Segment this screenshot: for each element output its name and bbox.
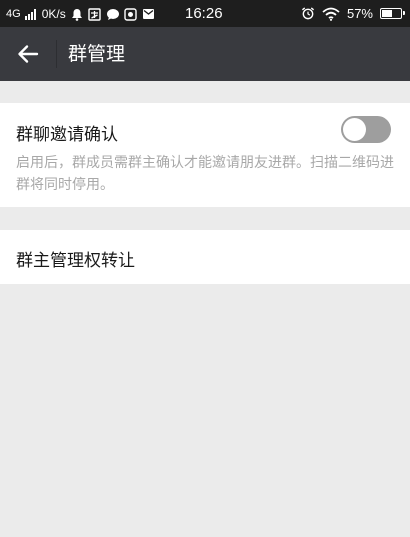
network-speed: 0K/s	[41, 7, 66, 21]
invite-confirm-label: 群聊邀请确认	[16, 125, 118, 145]
status-right: 57%	[301, 5, 405, 22]
arrow-left-icon	[18, 45, 39, 63]
back-button[interactable]	[0, 27, 56, 81]
status-bar: 4G 0K/s 16:26 57%	[0, 0, 410, 27]
status-time: 16:26	[185, 5, 223, 22]
app-notification-icon	[88, 7, 102, 21]
battery-icon	[380, 8, 405, 19]
signal-icon	[24, 8, 36, 20]
wifi-icon	[322, 7, 340, 21]
mail-icon	[142, 7, 156, 21]
page-title: 群管理	[68, 43, 126, 65]
transfer-owner-label: 群主管理权转让	[16, 251, 135, 271]
group-management-screen: 4G 0K/s 16:26 57% 群管理 群聊邀请确认 启用后，群成员需群主确…	[0, 0, 410, 537]
alarm-icon	[301, 7, 315, 21]
toggle-knob	[343, 118, 366, 141]
network-type: 4G	[6, 8, 21, 20]
invite-confirm-description: 启用后，群成员需群主确认才能邀请朋友进群。扫描二维码进群将同时停用。	[16, 155, 394, 193]
invite-confirm-toggle[interactable]	[341, 116, 391, 143]
battery-fill	[382, 10, 392, 17]
transfer-owner-row[interactable]: 群主管理权转让	[0, 230, 410, 284]
app-bar: 群管理	[0, 27, 410, 81]
app-bar-divider	[56, 40, 57, 68]
gallery-icon	[124, 7, 138, 21]
chat-icon	[106, 7, 120, 21]
status-left: 4G 0K/s	[6, 6, 156, 22]
battery-percent: 57%	[346, 6, 373, 21]
notification-bell-icon	[70, 7, 84, 21]
